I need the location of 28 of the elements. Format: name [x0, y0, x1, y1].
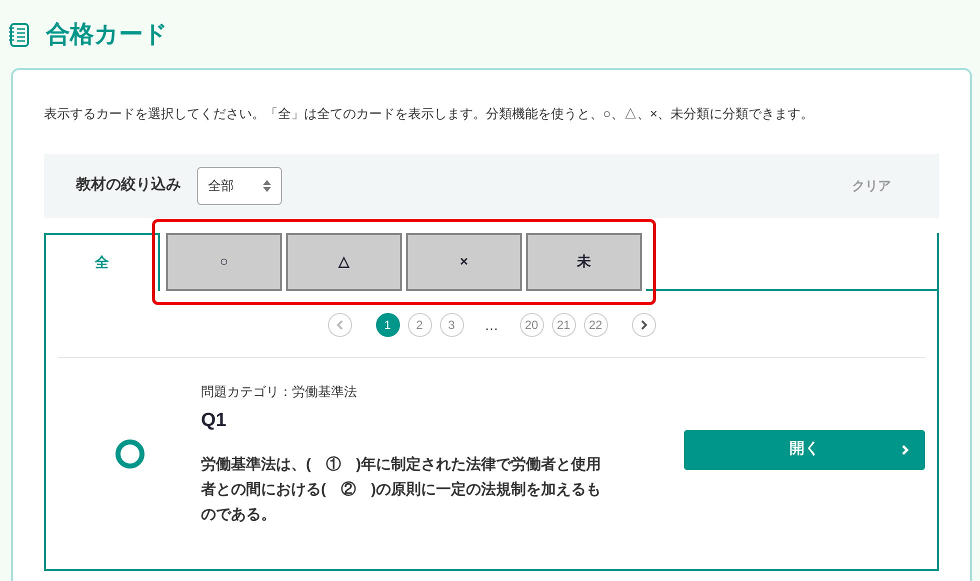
next-page-button[interactable] [632, 312, 656, 336]
page-button[interactable]: 1 [376, 312, 400, 336]
question-text: 労働基準法は、( ① )年に制定された法律で労働者と使用者との間における( ② )の原則に一定の法規制を加えるものである。 [201, 454, 601, 524]
instruction-text: 表示するカードを選択してください。「全」は全てのカードを表示します。分類機能を使うと、○、△、×、未分類に分類できます。 [44, 105, 814, 123]
page-button[interactable]: 20 [520, 312, 544, 336]
question-title: Q1 [201, 409, 228, 433]
question-category: 問題カテゴリ：労働基準法 [201, 382, 358, 400]
open-button[interactable]: 開く [684, 430, 925, 470]
page-title: 合格カード [46, 20, 168, 50]
page-button[interactable]: 3 [440, 312, 464, 336]
page-button[interactable]: 21 [552, 312, 576, 336]
filter-tab[interactable]: 全 [44, 232, 160, 290]
page-button[interactable]: 2 [408, 312, 432, 336]
chevron-left-icon [336, 320, 344, 330]
chevron-right-icon [901, 444, 909, 456]
filter-label: 教材の絞り込み [76, 175, 181, 196]
page-button[interactable]: 22 [584, 312, 608, 336]
circle-mark-icon [114, 439, 144, 469]
material-select[interactable]: 全部 [197, 166, 282, 204]
filter-tab[interactable]: △ [286, 232, 402, 290]
filter-tab[interactable]: ○ [166, 232, 282, 290]
pagination-ellipsis: … [484, 320, 500, 330]
sort-arrows-icon [263, 178, 271, 192]
filter-tab[interactable]: × [406, 232, 522, 290]
filter-tab[interactable]: 未 [526, 232, 642, 290]
clear-button[interactable]: クリア [846, 174, 897, 196]
notebook-icon [8, 23, 30, 47]
chevron-right-icon [640, 320, 648, 330]
